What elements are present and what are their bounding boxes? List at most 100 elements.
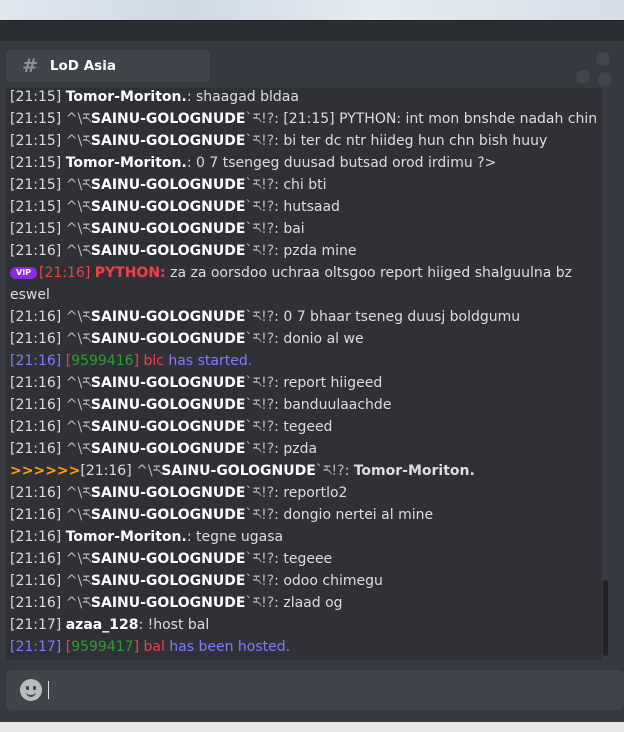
message-timestamp: [21:15]: [10, 221, 62, 237]
nick-decoration-left: ^\ར: [65, 397, 91, 413]
message-author: SAINU-GOLOGNUDE: [90, 551, 246, 567]
nick-decoration-right: `ར!?: [245, 243, 275, 259]
message-author: Tomor-Moriton.: [65, 529, 187, 545]
message-author: SAINU-GOLOGNUDE: [90, 199, 246, 215]
message-text: Tomor-Moriton.: [353, 463, 475, 479]
message-timestamp: [21:15]: [10, 155, 62, 171]
chat-message: [21:16] ^\རSAINU-GOLOGNUDE`ར!?: report h…: [10, 375, 383, 391]
message-text: 0 7 tsengeg duusad butsad orod irdimu ?>: [195, 155, 497, 171]
channel-header[interactable]: # LoD Asia: [6, 50, 210, 82]
chat-message: [21:16] ^\རSAINU-GOLOGNUDE`ར!?: tegeed: [10, 419, 333, 435]
chat-message: [21:16] Tomor-Moriton.: tegne ugasa: [10, 529, 284, 545]
message-author: azaa_128: [65, 617, 139, 633]
message-text: pzda: [283, 441, 318, 457]
message-text: chi bti: [283, 177, 327, 193]
game-id-bracket: ]: [133, 639, 140, 655]
nick-decoration-right: `ར!?: [315, 463, 345, 479]
chat-log[interactable]: [21:15] Tomor-Moriton.: shaagad bldaa [21…: [6, 88, 602, 660]
message-timestamp: [21:16]: [10, 551, 62, 567]
nick-decoration-left: ^\ར: [65, 441, 91, 457]
message-author: SAINU-GOLOGNUDE: [90, 441, 246, 457]
message-text: dongio nertei al mine: [283, 507, 434, 523]
nick-decoration-right: `ར!?: [245, 419, 275, 435]
nick-decoration-left: ^\ར: [65, 133, 91, 149]
nick-decoration-right: `ར!?: [245, 573, 275, 589]
message-timestamp: [21:16]: [10, 243, 62, 259]
game-name: bal: [143, 639, 165, 655]
settings-icon[interactable]: [598, 72, 612, 86]
window-bottom-strip: [0, 722, 624, 732]
message-timestamp: [21:15]: [10, 133, 62, 149]
chat-message: VIP [21:16] PYTHON: za za oorsdoo uchraa …: [10, 262, 596, 306]
chat-message: [21:16] ^\རSAINU-GOLOGNUDE`ར!?: banduula…: [10, 397, 392, 413]
message-timestamp: [21:16]: [10, 353, 62, 369]
pin-icon[interactable]: [576, 70, 590, 84]
nick-decoration-left: ^\ར: [65, 573, 91, 589]
nick-decoration-left: ^\ར: [65, 507, 91, 523]
message-author: SAINU-GOLOGNUDE: [90, 133, 246, 149]
chat-message: [21:15] ^\རSAINU-GOLOGNUDE`ར!?: bi ter d…: [10, 133, 548, 149]
message-author: SAINU-GOLOGNUDE: [90, 507, 246, 523]
message-text: [21:15] PYTHON: int mon bnshde nadah chi…: [283, 111, 598, 127]
app-title-bar: [0, 20, 624, 41]
chat-message: [21:16] ^\རSAINU-GOLOGNUDE`ར!?: tegeee: [10, 551, 333, 567]
message-text: shaagad bldaa: [195, 89, 299, 105]
message-timestamp: [21:17]: [10, 639, 62, 655]
message-author: SAINU-GOLOGNUDE: [90, 485, 246, 501]
message-author: SAINU-GOLOGNUDE: [90, 331, 246, 347]
message-text: 0 7 bhaar tseneg duusj boldgumu: [283, 309, 521, 325]
chat-message: [21:15] ^\རSAINU-GOLOGNUDE`ར!?: [21:15] …: [10, 111, 598, 127]
message-text: donio al we: [283, 331, 364, 347]
message-timestamp: [21:15]: [10, 177, 62, 193]
nick-decoration-right: `ར!?: [245, 331, 275, 347]
nick-decoration-left: ^\ར: [65, 111, 91, 127]
nick-decoration-left: ^\ར: [65, 595, 91, 611]
message-timestamp: [21:16]: [10, 397, 62, 413]
message-timestamp: [21:16]: [10, 441, 62, 457]
chat-message: [21:16] ^\རSAINU-GOLOGNUDE`ར!?: pzda min…: [10, 243, 357, 259]
mention-arrows: >>>>>>: [10, 463, 81, 479]
hash-icon: #: [22, 55, 38, 77]
message-author: Tomor-Moriton.: [65, 89, 187, 105]
message-timestamp: [21:16]: [10, 507, 62, 523]
message-author: SAINU-GOLOGNUDE: [90, 573, 246, 589]
nick-decoration-right: `ར!?: [245, 177, 275, 193]
game-id: 9599417: [71, 639, 134, 655]
nick-decoration-left: ^\ར: [65, 485, 91, 501]
chat-message: [21:16] ^\རSAINU-GOLOGNUDE`ར!?: odoo chi…: [10, 573, 383, 589]
message-timestamp: [21:16]: [10, 375, 62, 391]
message-text: tegeee: [283, 551, 333, 567]
message-text: tegne ugasa: [195, 529, 284, 545]
message-text: report hiigeed: [283, 375, 383, 391]
system-message: [21:16] [9599416] blc has started.: [10, 350, 596, 372]
message-author: SAINU-GOLOGNUDE: [161, 463, 316, 479]
message-text: odoo chimegu: [283, 573, 383, 589]
nick-decoration-right: `ར!?: [245, 551, 275, 567]
scrollbar-thumb[interactable]: [603, 580, 608, 656]
message-author: SAINU-GOLOGNUDE: [90, 177, 246, 193]
nick-decoration-left: ^\ར: [65, 551, 91, 567]
message-text: bai: [283, 221, 305, 237]
message-author: PYTHON:: [94, 265, 166, 281]
message-author: SAINU-GOLOGNUDE: [90, 243, 246, 259]
message-text: pzda mine: [283, 243, 357, 259]
nick-decoration-right: `ར!?: [245, 199, 275, 215]
chat-message: [21:17] azaa_128: !host bal: [10, 617, 210, 633]
nick-decoration-right: `ར!?: [245, 595, 275, 611]
emoji-icon[interactable]: [20, 679, 42, 701]
chat-message: [21:15] ^\རSAINU-GOLOGNUDE`ར!?: chi bti: [10, 177, 327, 193]
chat-message: [21:15] ^\རSAINU-GOLOGNUDE`ར!?: hutsaad: [10, 199, 340, 215]
nick-decoration-left: ^\ར: [65, 419, 91, 435]
nick-decoration-right: `ར!?: [245, 397, 275, 413]
game-id: 9599416: [71, 353, 134, 369]
message-author: SAINU-GOLOGNUDE: [90, 595, 246, 611]
message-text: zlaad og: [283, 595, 343, 611]
members-icon[interactable]: [596, 52, 610, 66]
message-author: SAINU-GOLOGNUDE: [90, 111, 246, 127]
message-timestamp: [21:15]: [10, 111, 62, 127]
message-text: reportlo2: [283, 485, 348, 501]
chat-message: [21:16] ^\རSAINU-GOLOGNUDE`ར!?: dongio n…: [10, 507, 434, 523]
nick-decoration-left: ^\ར: [65, 221, 91, 237]
message-author: SAINU-GOLOGNUDE: [90, 419, 246, 435]
message-input[interactable]: [6, 670, 624, 710]
